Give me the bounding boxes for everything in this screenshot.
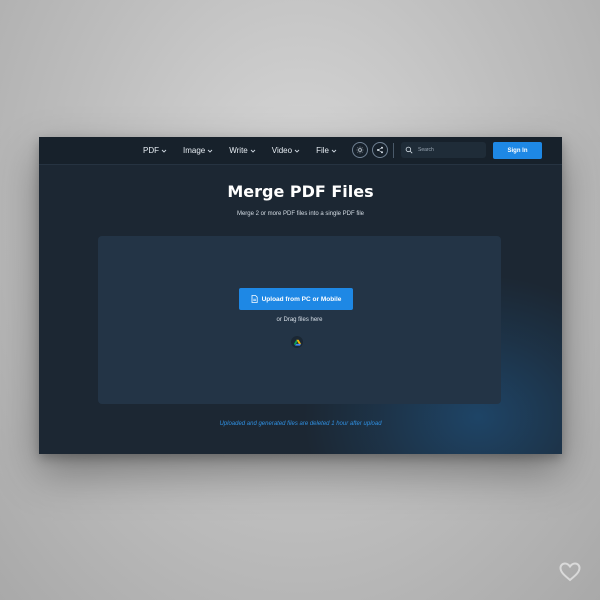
chevron-down-icon bbox=[207, 148, 213, 154]
google-drive-button[interactable] bbox=[291, 336, 303, 348]
file-dropzone[interactable]: Upload from PC or Mobile or Drag files h… bbox=[98, 236, 501, 404]
file-icon bbox=[251, 295, 258, 303]
google-drive-icon bbox=[293, 339, 301, 346]
file-deletion-notice: Uploaded and generated files are deleted… bbox=[219, 421, 382, 427]
search-box[interactable] bbox=[401, 142, 486, 158]
nav-item-label: PDF bbox=[143, 146, 159, 155]
navbar-divider bbox=[393, 143, 394, 158]
sun-icon bbox=[356, 146, 364, 154]
nav-item-label: Write bbox=[229, 146, 248, 155]
top-navbar: PDF Image Write Video File Search Sign I… bbox=[39, 137, 562, 165]
nav-item-label: Video bbox=[271, 146, 293, 155]
page-subtitle: Merge 2 or more PDF files into a single … bbox=[236, 211, 365, 217]
chevron-down-icon bbox=[294, 148, 300, 154]
chevron-down-icon bbox=[161, 148, 167, 154]
nav-item-file[interactable]: File bbox=[316, 146, 337, 155]
chevron-down-icon bbox=[331, 148, 337, 154]
theme-toggle-button[interactable] bbox=[352, 142, 368, 158]
share-icon bbox=[376, 146, 384, 154]
app-window: PDF Image Write Video File Search Sign I… bbox=[39, 137, 562, 454]
nav-item-image[interactable]: Image bbox=[183, 146, 213, 155]
nav-item-label: Image bbox=[183, 146, 206, 155]
sign-in-button[interactable]: Sign In bbox=[493, 142, 542, 159]
upload-button-label: Upload from PC or Mobile bbox=[261, 295, 342, 303]
chevron-down-icon bbox=[250, 148, 256, 154]
nav-item-write[interactable]: Write bbox=[229, 146, 256, 155]
page-title: Merge PDF Files bbox=[227, 182, 374, 201]
search-icon bbox=[405, 146, 413, 154]
heart-icon bbox=[559, 562, 581, 582]
nav-item-label: File bbox=[316, 146, 329, 155]
upload-button[interactable]: Upload from PC or Mobile bbox=[239, 288, 353, 310]
nav-item-pdf[interactable]: PDF bbox=[143, 146, 167, 155]
nav-item-video[interactable]: Video bbox=[272, 146, 300, 155]
search-input[interactable] bbox=[418, 147, 486, 153]
nav-menu: PDF Image Write Video File bbox=[143, 137, 353, 164]
drag-hint: or Drag files here bbox=[276, 317, 323, 323]
share-button[interactable] bbox=[372, 142, 388, 158]
